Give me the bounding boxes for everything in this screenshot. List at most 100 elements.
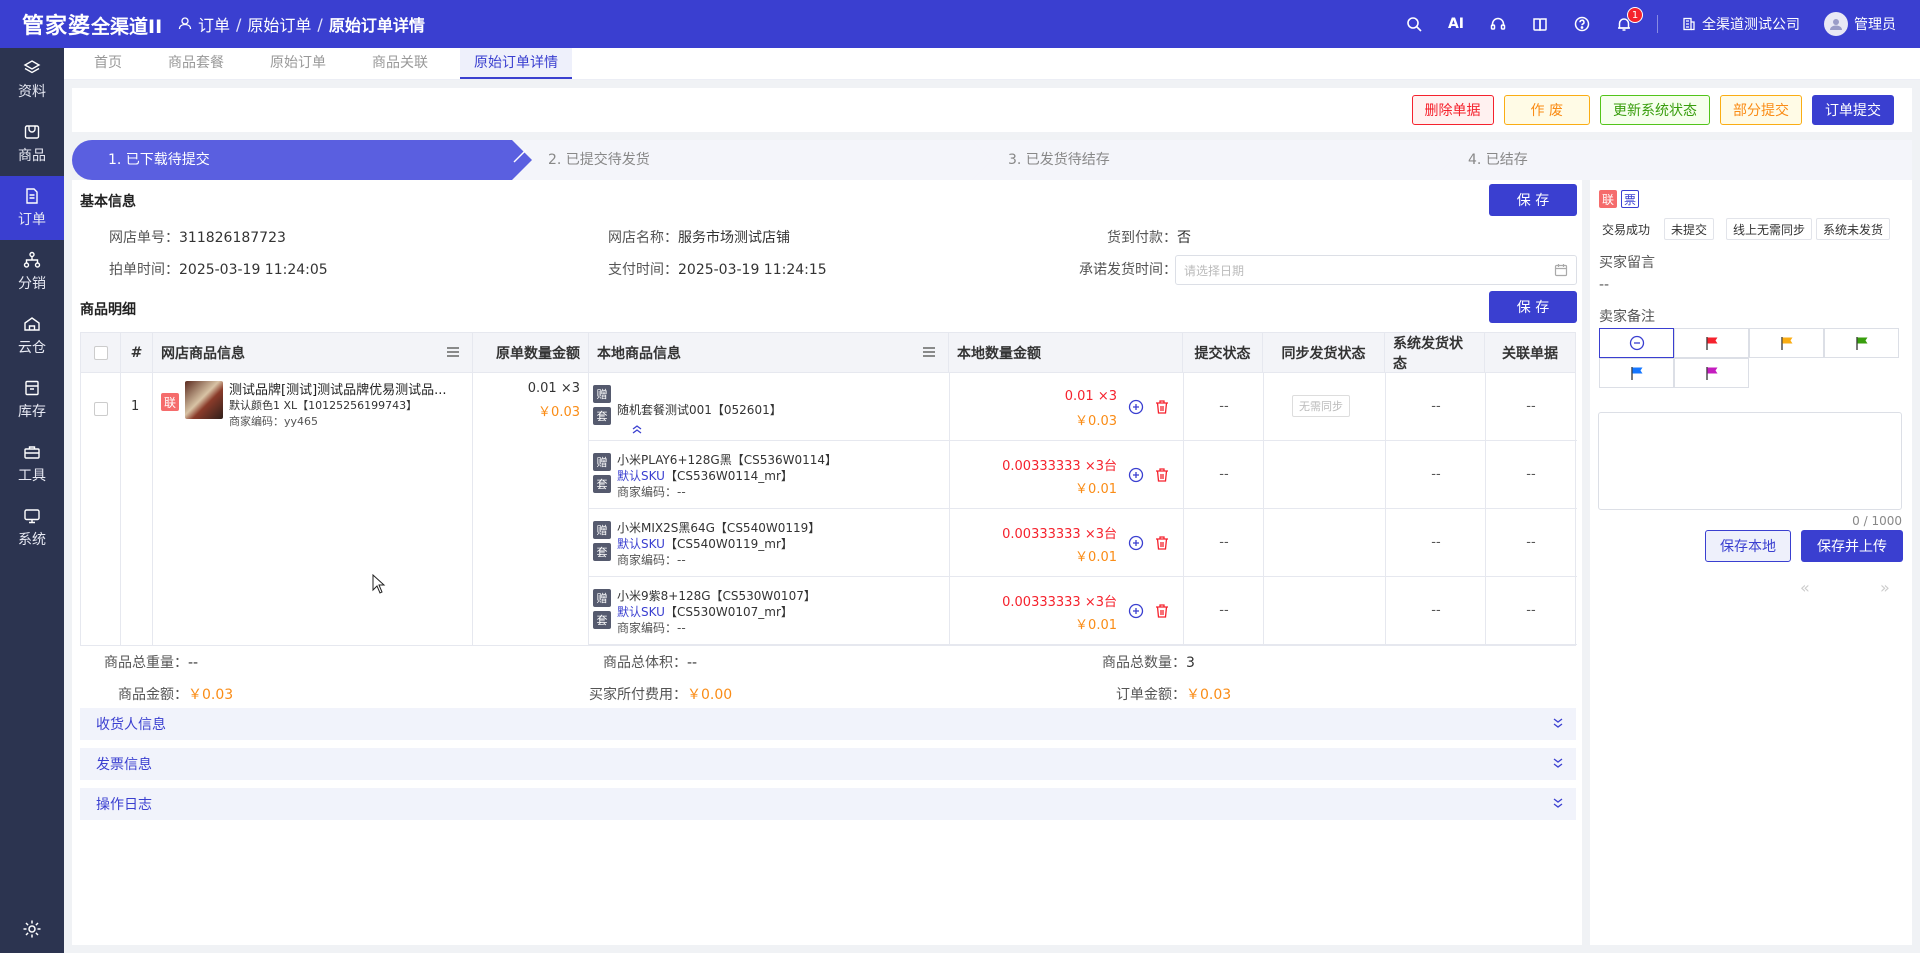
section-label: 操作日志 [96,797,152,813]
column-menu-icon[interactable] [922,346,936,362]
local-product-name[interactable]: 随机套餐测试001【052601】 [617,401,782,418]
related-doc: -- [1526,399,1536,414]
merchant-code: 商家编码：-- [617,485,686,499]
basic-save-button[interactable]: 保 存 [1489,184,1577,216]
flag-yellow-option[interactable] [1749,328,1824,358]
field-label: 网店单号： [109,230,179,246]
field-value: ￥0.03 [1186,687,1232,703]
goods-table: # 网店商品信息 原单数量金额 本地商品信息 本地数量金额 提交状态 同步发货状… [80,332,1577,646]
sidebar-item-cloud-warehouse[interactable]: 云仓 [0,304,64,368]
local-qty: 0.00333333 ×3台 [1002,459,1117,474]
row-checkbox[interactable] [94,402,108,416]
update-status-button[interactable]: 更新系统状态 [1600,95,1710,125]
right-panel: 联 票 交易成功 未提交 线上无需同步 系统未发货 买家留言 -- 卖家备注 0… [1590,180,1912,945]
sidebar-item-label: 工具 [18,468,46,484]
field-value: ￥0.03 [188,687,234,703]
sku-code: 【CS530W0107_mr】 [664,605,793,619]
sku-link[interactable]: 默认SKU [617,605,665,619]
flag-red-option[interactable] [1674,328,1749,358]
flag-none-option[interactable] [1599,328,1674,358]
sys-status: -- [1431,467,1441,482]
pay-time-field: 支付时间：2025-03-19 11:24:15 [608,259,827,279]
partial-submit-button[interactable]: 部分提交 [1720,95,1802,125]
company-switcher[interactable]: 全渠道测试公司 [1682,14,1800,34]
product-thumbnail[interactable] [185,381,223,419]
company-name: 全渠道测试公司 [1702,17,1800,33]
tab-product-link[interactable]: 商品关联 [358,48,442,79]
table-header: # 网店商品信息 原单数量金额 本地商品信息 本地数量金额 提交状态 同步发货状… [81,333,1575,373]
detail-save-button[interactable]: 保 存 [1489,291,1577,323]
local-amount: ￥0.01 [1075,482,1117,497]
select-all-checkbox[interactable] [93,345,108,360]
save-local-button[interactable]: 保存本地 [1705,530,1791,562]
local-amount: ￥0.01 [1075,618,1117,633]
tab-home[interactable]: 首页 [80,48,136,79]
breadcrumb-item-raw-order[interactable]: 原始订单 [247,12,311,36]
local-amount: ￥0.01 [1075,550,1117,565]
local-amount: ￥0.03 [1075,414,1117,429]
sidebar-item-distribution[interactable]: 分销 [0,240,64,304]
bell-icon[interactable]: 1 [1615,7,1643,33]
save-upload-button[interactable]: 保存并上传 [1801,530,1903,562]
product-title[interactable]: 测试品牌[测试]测试品牌优易测试品... [229,379,447,398]
sidebar-item-order[interactable]: 订单 [0,176,64,240]
flag-purple-option[interactable] [1674,358,1749,388]
gift-tag: 赠 [593,589,611,607]
search-icon[interactable] [1405,15,1423,33]
delete-button[interactable]: 删除单据 [1411,95,1494,125]
order-amount-field: 订单金额：￥0.03 [1116,684,1231,704]
orig-qty: 0.01 ×3 [527,381,580,396]
receiver-info-section[interactable]: 收货人信息 [80,708,1576,740]
add-circle-icon[interactable] [1128,467,1144,487]
headset-icon[interactable] [1489,15,1507,33]
trash-icon[interactable] [1155,603,1169,623]
trash-icon[interactable] [1155,399,1169,419]
avatar [1824,12,1848,36]
sku-link[interactable]: 默认SKU [617,537,665,551]
flag-blue-option[interactable] [1599,358,1674,388]
help-icon[interactable] [1573,15,1591,33]
promise-date-input[interactable]: 请选择日期 [1175,255,1577,285]
sync-status-chip: 线上无需同步 [1726,218,1813,240]
sidebar-item-data[interactable]: 资料 [0,48,64,112]
sidebar-item-inventory[interactable]: 库存 [0,368,64,432]
edit-icon[interactable] [512,148,528,168]
header-submit-status: 提交状态 [1183,333,1263,372]
trash-icon[interactable] [1155,535,1169,555]
tab-raw-order[interactable]: 原始订单 [256,48,340,79]
monitor-icon [24,509,40,524]
ship-status-chip: 系统未发货 [1816,218,1891,240]
add-circle-icon[interactable] [1128,399,1144,419]
local-product-name[interactable]: 小米PLAY6+128G黑【CS536W0114】 [617,451,837,468]
user-menu[interactable]: 管理员 [1824,12,1896,36]
orig-amount: ￥0.03 [538,405,580,420]
sidebar-item-tools[interactable]: 工具 [0,432,64,496]
tab-raw-order-detail[interactable]: 原始订单详情 [460,48,572,79]
prev-page-button[interactable]: « [1800,578,1810,597]
gift-tag: 赠 [593,385,611,403]
ai-icon[interactable]: AI [1447,15,1465,33]
local-product-name[interactable]: 小米9紫8+128G【CS530W0107】 [617,587,816,604]
seller-note-textarea[interactable] [1598,412,1902,510]
app-logo[interactable]: 管家婆全渠道II [0,8,178,40]
sidebar-item-system[interactable]: 系统 [0,496,64,560]
tab-product-bundle[interactable]: 商品套餐 [154,48,238,79]
column-menu-icon[interactable] [446,346,460,362]
no-sync-button[interactable]: 无需同步 [1292,395,1350,417]
operation-log-section[interactable]: 操作日志 [80,788,1576,820]
book-icon[interactable] [1531,15,1549,33]
local-product-name[interactable]: 小米MIX2S黑64G【CS540W0119】 [617,519,820,536]
sku-link[interactable]: 默认SKU [617,469,665,483]
submit-order-button[interactable]: 订单提交 [1812,95,1894,125]
trash-icon[interactable] [1155,467,1169,487]
add-circle-icon[interactable] [1128,603,1144,623]
void-button[interactable]: 作 废 [1503,95,1590,125]
flag-green-option[interactable] [1824,328,1899,358]
gear-icon[interactable] [22,919,42,943]
sidebar-item-goods[interactable]: 商品 [0,112,64,176]
next-page-button[interactable]: » [1880,578,1890,597]
breadcrumb-item-order[interactable]: 订单 [198,12,230,36]
invoice-info-section[interactable]: 发票信息 [80,748,1576,780]
collapse-up-icon[interactable] [631,423,643,438]
add-circle-icon[interactable] [1128,535,1144,555]
